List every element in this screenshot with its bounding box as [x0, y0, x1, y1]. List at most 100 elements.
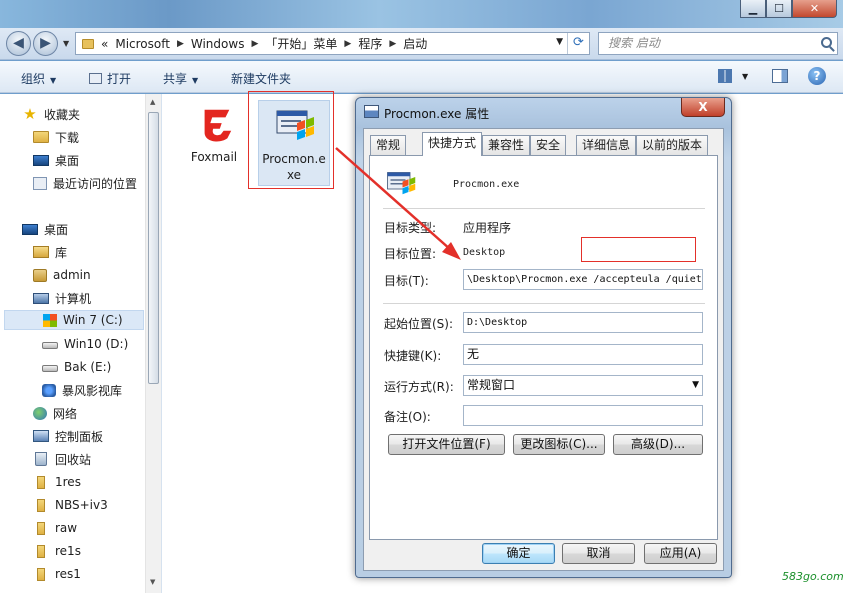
- new-folder-button[interactable]: 新建文件夹: [231, 70, 291, 87]
- sidebar-item-label: Win10 (D:): [64, 337, 129, 351]
- breadcrumb-programs[interactable]: 程序: [358, 35, 382, 52]
- maximize-icon[interactable]: ☐: [766, 0, 792, 18]
- dialog-close-button[interactable]: X: [681, 98, 725, 117]
- breadcrumb-startup[interactable]: 启动: [403, 35, 427, 52]
- view-options-dropdown-icon[interactable]: ▼: [742, 72, 748, 81]
- preview-pane-icon[interactable]: [772, 69, 788, 83]
- search-input[interactable]: 搜索 启动: [598, 32, 838, 55]
- breadcrumb-chevron-icon[interactable]: ▶: [177, 39, 184, 49]
- apply-button[interactable]: 应用(A): [644, 543, 717, 564]
- back-arrow-icon[interactable]: ◀: [6, 31, 31, 56]
- windows-drive-icon: [43, 313, 57, 327]
- minimize-icon[interactable]: ▁: [740, 0, 766, 18]
- sidebar-item-label: 控制面板: [55, 429, 104, 444]
- star-icon: ★: [23, 105, 37, 123]
- tab-shortcut[interactable]: 快捷方式: [422, 132, 483, 156]
- address-dropdown-icon[interactable]: ▼: [556, 37, 563, 47]
- sidebar-item-desktop[interactable]: 桌面: [22, 219, 68, 239]
- shortcut-icon: [364, 105, 379, 118]
- sidebar-item-1res[interactable]: 1res: [33, 472, 81, 492]
- breadcrumb-overflow[interactable]: «: [101, 37, 108, 51]
- run-select[interactable]: 常规窗口 ▼: [463, 375, 703, 396]
- sidebar-item-label: raw: [55, 521, 78, 535]
- file-procmon[interactable]: Procmon.e xe: [258, 100, 330, 186]
- sidebar-item-network[interactable]: 网络: [33, 403, 77, 423]
- file-foxmail-label[interactable]: Foxmail: [186, 150, 242, 164]
- sidebar-item-computer[interactable]: 计算机: [33, 288, 91, 308]
- address-bar[interactable]: « Microsoft ▶ Windows ▶ 「开始」菜单 ▶ 程序 ▶ 启动…: [75, 32, 590, 55]
- properties-dialog: Procmon.exe 属性 X 常规 快捷方式 兼容性 安全 详细信息 以前的…: [355, 97, 732, 578]
- recent-pages-dropdown[interactable]: ▼: [63, 39, 69, 48]
- sidebar-item-drive-e[interactable]: Bak (E:): [42, 357, 111, 377]
- sidebar-item-raw[interactable]: raw: [33, 518, 77, 538]
- change-icon-button[interactable]: 更改图标(C)...: [513, 434, 605, 455]
- organize-button[interactable]: 组织 ▼: [21, 70, 56, 87]
- breadcrumb-chevron-icon[interactable]: ▶: [251, 39, 258, 49]
- breadcrumb-microsoft[interactable]: Microsoft: [115, 37, 170, 51]
- tab-compatibility[interactable]: 兼容性: [482, 135, 531, 155]
- recycle-bin-icon: [35, 452, 47, 466]
- tab-general[interactable]: 常规: [370, 135, 407, 155]
- target-label: 目标(T):: [384, 274, 429, 288]
- advanced-button[interactable]: 高级(D)...: [613, 434, 703, 455]
- breadcrumb-chevron-icon[interactable]: ▶: [344, 39, 351, 49]
- cancel-button[interactable]: 取消: [562, 543, 635, 564]
- breadcrumb-windows[interactable]: Windows: [191, 37, 245, 51]
- sidebar-item-label: Bak (E:): [64, 360, 112, 374]
- share-button[interactable]: 共享 ▼: [163, 70, 198, 87]
- forward-arrow-icon[interactable]: ▶: [33, 31, 58, 56]
- sidebar-item-re1s[interactable]: re1s: [33, 541, 81, 561]
- drive-icon: [42, 342, 58, 349]
- open-file-location-button[interactable]: 打开文件位置(F): [388, 434, 505, 455]
- comment-input[interactable]: [463, 405, 703, 426]
- sidebar-item-recycle-bin[interactable]: 回收站: [33, 449, 91, 469]
- sidebar-item-nbs[interactable]: NBS+iv3: [33, 495, 108, 515]
- sidebar-item-desktop-fav[interactable]: 桌面: [33, 150, 79, 170]
- folder-icon: [37, 567, 45, 581]
- ok-button[interactable]: 确定: [482, 543, 555, 564]
- refresh-icon[interactable]: ⟳: [567, 33, 589, 54]
- start-in-input[interactable]: D:\Desktop: [463, 312, 703, 333]
- search-placeholder: 搜索 启动: [608, 36, 660, 50]
- sidebar-item-favorites[interactable]: ★ 收藏夹: [22, 104, 80, 124]
- library-icon: [33, 246, 49, 258]
- desktop-icon: [33, 154, 49, 166]
- sidebar-scrollbar[interactable]: ▲ ▼: [145, 94, 161, 593]
- sidebar-item-admin[interactable]: admin: [33, 265, 91, 285]
- sidebar-item-recent-places[interactable]: 最近访问的位置: [33, 173, 137, 193]
- target-type-value: 应用程序: [463, 221, 512, 235]
- target-input[interactable]: \Desktop\Procmon.exe /accepteula /quiet: [463, 269, 703, 290]
- tab-previous-versions[interactable]: 以前的版本: [636, 135, 709, 155]
- sidebar-item-downloads[interactable]: 下载: [33, 127, 79, 147]
- breadcrumb-start-menu[interactable]: 「开始」菜单: [265, 35, 337, 52]
- foxmail-icon[interactable]: [197, 106, 235, 144]
- desktop-icon: [22, 223, 38, 235]
- sidebar-item-label: 回收站: [55, 452, 92, 467]
- close-icon[interactable]: ✕: [792, 0, 837, 18]
- sidebar-item-res1[interactable]: res1: [33, 564, 81, 584]
- tab-security[interactable]: 安全: [530, 135, 567, 155]
- sidebar-item-label: 收藏夹: [44, 107, 81, 122]
- computer-icon: [33, 292, 49, 304]
- navigation-pane: ★ 收藏夹 下载 桌面 最近访问的位置 桌面 库 admin 计算机 Win 7 …: [0, 94, 162, 593]
- run-label: 运行方式(R):: [384, 380, 454, 394]
- change-view-icon[interactable]: [718, 69, 732, 83]
- scroll-up-icon[interactable]: ▲: [150, 98, 155, 106]
- sidebar-item-libraries[interactable]: 库: [33, 242, 67, 262]
- help-icon[interactable]: ?: [808, 67, 826, 85]
- scrollbar-thumb[interactable]: [148, 112, 159, 384]
- sidebar-item-control-panel[interactable]: 控制面板: [33, 426, 103, 446]
- shortcut-key-input[interactable]: 无: [463, 344, 703, 365]
- sidebar-item-media-library[interactable]: 暴风影视库: [42, 380, 122, 400]
- tab-details[interactable]: 详细信息: [576, 135, 637, 155]
- sidebar-item-label: NBS+iv3: [55, 498, 108, 512]
- breadcrumb-chevron-icon[interactable]: ▶: [389, 39, 396, 49]
- search-icon[interactable]: [821, 37, 832, 48]
- scroll-down-icon[interactable]: ▼: [150, 578, 155, 586]
- sidebar-item-drive-d[interactable]: Win10 (D:): [42, 334, 128, 354]
- procmon-icon: [387, 172, 416, 195]
- command-bar: 组织 ▼ 打开 共享 ▼ 新建文件夹 ▼ ?: [0, 61, 843, 93]
- sidebar-item-drive-c[interactable]: Win 7 (C:): [4, 310, 144, 330]
- open-button[interactable]: 打开: [89, 70, 131, 87]
- network-icon: [33, 406, 47, 420]
